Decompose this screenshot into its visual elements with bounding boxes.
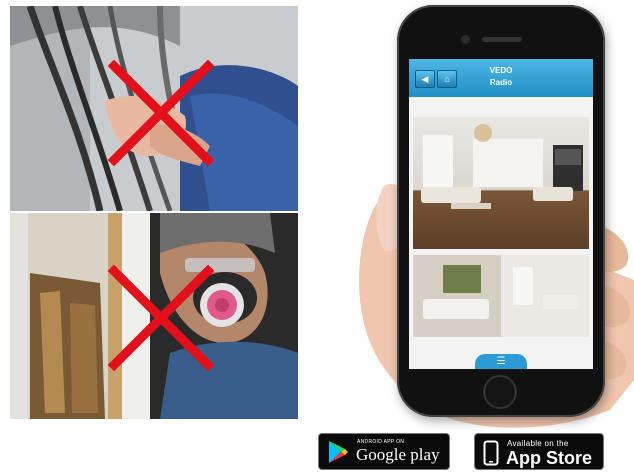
bedroom-scene bbox=[413, 255, 589, 337]
menu-icon[interactable]: ☰ bbox=[475, 354, 527, 369]
cross-mark-icon bbox=[107, 264, 215, 372]
google-badge-title: Google play bbox=[356, 445, 440, 464]
app-store-badge[interactable]: Available on the App Store bbox=[474, 433, 604, 470]
google-play-badge[interactable]: ANDROID APP ON Google play bbox=[318, 433, 450, 470]
phone-screen: ◀ ⌂ VEDO Radio ☰ bbox=[409, 59, 593, 369]
front-camera bbox=[461, 35, 470, 44]
app-title: VEDO Radio bbox=[409, 65, 593, 89]
living-room-scene bbox=[421, 124, 583, 209]
earpiece-speaker bbox=[482, 37, 522, 42]
wall-demolition-photo bbox=[10, 213, 298, 419]
bedroom-camera-view[interactable] bbox=[413, 255, 589, 337]
home-button[interactable] bbox=[483, 375, 517, 409]
app-title-line1: VEDO bbox=[489, 66, 513, 75]
apple-badge-small-text: Available on the bbox=[507, 439, 569, 448]
app-header: ◀ ⌂ VEDO Radio bbox=[409, 59, 593, 97]
smartphone-icon bbox=[483, 440, 499, 466]
cross-mark-icon bbox=[107, 59, 215, 167]
app-title-line2: Radio bbox=[489, 78, 513, 87]
living-room-camera-view[interactable] bbox=[413, 117, 589, 249]
google-play-icon bbox=[329, 441, 348, 463]
smartphone: ◀ ⌂ VEDO Radio ☰ bbox=[397, 5, 605, 417]
apple-badge-title: App Store bbox=[506, 448, 593, 468]
cable-installation-photo bbox=[10, 6, 298, 211]
